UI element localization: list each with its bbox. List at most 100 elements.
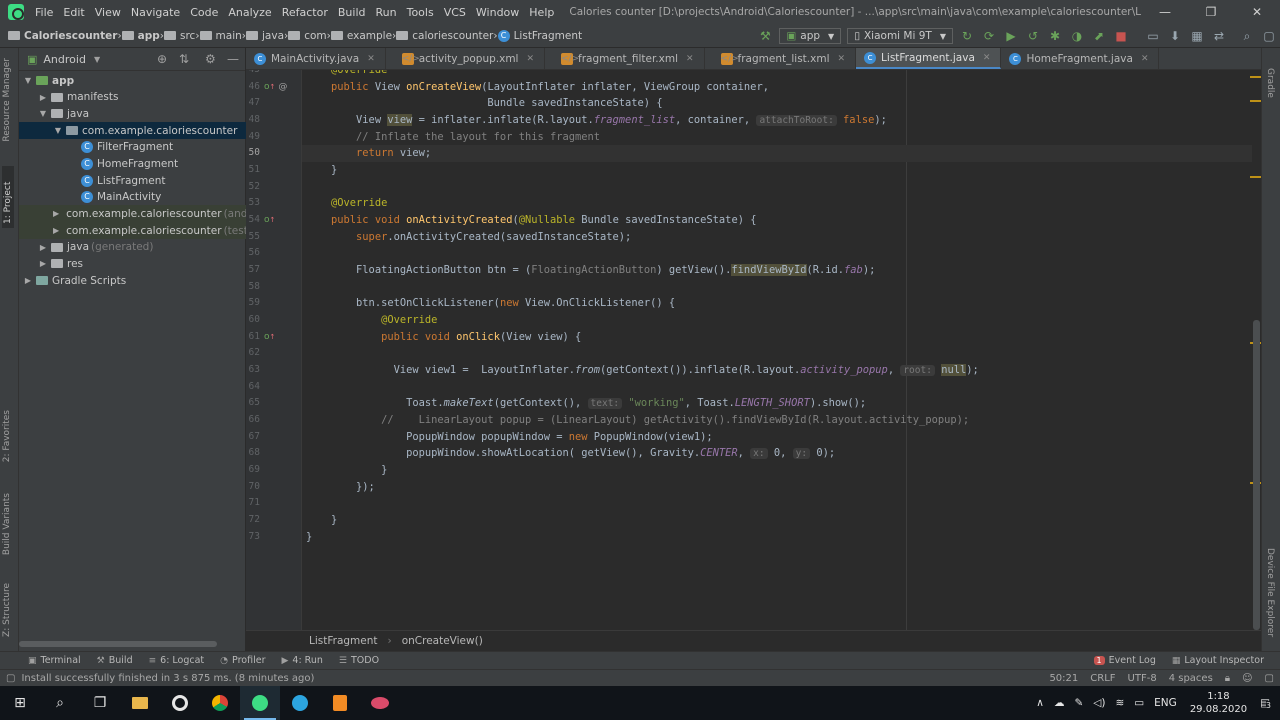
tab-favorites[interactable]: 2: Favorites <box>2 410 12 462</box>
tool-logcat-button[interactable]: ≡ 6: Logcat <box>149 655 205 666</box>
tree-item[interactable]: C ListFragment <box>19 172 246 189</box>
path-crumb[interactable]: caloriescounter <box>396 30 493 42</box>
menu-edit[interactable]: Edit <box>58 6 89 19</box>
close-tab-icon[interactable]: ✕ <box>526 54 534 64</box>
editor-tab[interactable]: </> fragment_list.xml ✕ <box>705 48 857 69</box>
task-view-icon[interactable]: ❐ <box>80 686 120 720</box>
expand-right-icon[interactable]: ▶ <box>38 93 48 102</box>
chrome-icon[interactable] <box>200 686 240 720</box>
expand-right-icon[interactable]: ▶ <box>53 226 59 235</box>
windows-start-icon[interactable]: ⊞ <box>0 686 40 720</box>
file-encoding[interactable]: UTF-8 <box>1128 673 1157 684</box>
apply-changes-icon[interactable]: ↻ <box>956 29 978 43</box>
expand-right-icon[interactable]: ▶ <box>38 243 48 252</box>
menu-analyze[interactable]: Analyze <box>223 6 276 19</box>
tool-todo-button[interactable]: ☰ TODO <box>339 655 379 666</box>
gear-icon[interactable]: ⚙ <box>205 52 216 66</box>
maximize-icon[interactable]: ❐ <box>1188 5 1234 19</box>
override-marker-icon[interactable]: o↑ <box>264 329 275 346</box>
editor-tab[interactable]: C MainActivity.java ✕ <box>246 48 386 69</box>
hammer-icon[interactable]: ⚒ <box>754 29 776 43</box>
expand-down-icon[interactable]: ▼ <box>53 126 63 135</box>
status-message[interactable]: Install successfully finished in 3 s 875… <box>21 673 314 684</box>
vertical-scrollbar[interactable] <box>1253 320 1260 630</box>
menu-navigate[interactable]: Navigate <box>126 6 185 19</box>
tool-profiler-button[interactable]: ◔ Profiler <box>220 655 265 666</box>
tree-item[interactable]: ▶ Gradle Scripts <box>19 272 246 289</box>
cloud-icon[interactable]: ☁ <box>1054 697 1065 709</box>
close-tab-icon[interactable]: ✕ <box>983 53 991 63</box>
horizontal-scrollbar[interactable] <box>19 641 217 647</box>
menu-view[interactable]: View <box>90 6 126 19</box>
override-marker-icon[interactable]: o↑ <box>264 212 275 229</box>
menu-help[interactable]: Help <box>524 6 559 19</box>
tree-item[interactable]: C FilterFragment <box>19 139 246 156</box>
apply-code-changes-icon[interactable]: ⟳ <box>978 29 1000 43</box>
volume-icon[interactable]: ◁) <box>1093 697 1105 709</box>
menu-build[interactable]: Build <box>333 6 371 19</box>
close-tab-icon[interactable]: ✕ <box>838 54 846 64</box>
expand-right-icon[interactable]: ▶ <box>23 276 33 285</box>
stop-icon[interactable]: ■ <box>1110 29 1132 43</box>
android-studio-taskbar-icon[interactable] <box>240 686 280 720</box>
expand-down-icon[interactable]: ▼ <box>38 109 48 118</box>
tree-item[interactable]: ▼ java <box>19 105 246 122</box>
language-indicator[interactable]: ENG <box>1154 697 1177 709</box>
debug-icon[interactable]: ✱ <box>1044 29 1066 43</box>
editor-tab[interactable]: </> activity_popup.xml ✕ <box>386 48 546 69</box>
tree-item[interactable]: C MainActivity <box>19 189 246 206</box>
tree-item[interactable]: ▶ com.example.caloriescounter (test) <box>19 222 252 240</box>
menu-code[interactable]: Code <box>185 6 223 19</box>
caret-position[interactable]: 50:21 <box>1049 673 1078 684</box>
menu-vcs[interactable]: VCS <box>439 6 471 19</box>
pen-icon[interactable]: ✎ <box>1074 697 1083 709</box>
expand-right-icon[interactable]: ▶ <box>38 259 48 268</box>
menu-refactor[interactable]: Refactor <box>277 6 333 19</box>
path-crumb[interactable]: src <box>164 30 195 42</box>
lock-icon[interactable]: 🔒︎ <box>1225 673 1230 684</box>
hide-panel-icon[interactable]: — <box>227 52 239 66</box>
run-icon[interactable]: ▶ <box>1000 29 1022 43</box>
close-tab-icon[interactable]: ✕ <box>1141 54 1149 64</box>
layout-icon[interactable]: ▦ <box>1186 29 1208 43</box>
menu-file[interactable]: File <box>30 6 58 19</box>
sdk-manager-icon[interactable]: ⬇ <box>1164 29 1186 43</box>
chevron-down-icon[interactable]: ▼ <box>94 55 100 64</box>
close-tab-icon[interactable]: ✕ <box>686 54 694 64</box>
path-crumb[interactable]: com <box>288 30 327 42</box>
tree-item[interactable]: ▶ res <box>19 255 246 272</box>
app-icon[interactable] <box>360 686 400 720</box>
collapse-all-icon[interactable]: ⇅ <box>179 52 189 66</box>
tree-item[interactable]: C HomeFragment <box>19 155 246 172</box>
wifi-icon[interactable]: ≋ <box>1115 697 1124 709</box>
tool-terminal-button[interactable]: ▣ Terminal <box>28 655 81 666</box>
tree-item[interactable]: ▶ manifests <box>19 89 246 106</box>
warning-marker[interactable] <box>1250 100 1261 102</box>
layout-inspector-button[interactable]: ▦ Layout Inspector <box>1172 655 1264 666</box>
locate-icon[interactable]: ⊕ <box>157 52 167 66</box>
avd-manager-icon[interactable]: ▭ <box>1142 29 1164 43</box>
tool-run-button[interactable]: ▶ 4: Run <box>281 655 322 666</box>
menu-tools[interactable]: Tools <box>402 6 439 19</box>
code-area[interactable]: @Override public View onCreateView(Layou… <box>302 70 1261 630</box>
network-icon[interactable]: ▭ <box>1134 697 1144 709</box>
tab-build-variants[interactable]: Build Variants <box>2 493 12 555</box>
notifications-icon[interactable]: ▢ <box>1265 673 1274 684</box>
search-icon[interactable]: ⌕ <box>40 686 80 720</box>
tree-item[interactable]: ▼ app <box>19 72 246 89</box>
tab-project[interactable]: 1: Project <box>2 166 14 228</box>
device-select[interactable]: ▯ Xiaomi Mi 9T ▼ <box>847 28 953 44</box>
sublime-text-icon[interactable] <box>320 686 360 720</box>
path-crumb[interactable]: Caloriescounter <box>8 30 117 42</box>
event-log-button[interactable]: 1 Event Log <box>1093 655 1156 666</box>
attach-debugger-icon[interactable]: ⬈ <box>1088 29 1110 43</box>
editor-tab[interactable]: </> fragment_filter.xml ✕ <box>545 48 705 69</box>
tree-item[interactable]: ▶ java (generated) <box>19 239 246 256</box>
tool-build-button[interactable]: ⚒ Build <box>97 655 133 666</box>
tab-structure[interactable]: Z: Structure <box>2 583 12 637</box>
run-config-select[interactable]: ▣ app ▼ <box>779 28 842 44</box>
breadcrumb-method[interactable]: onCreateView() <box>402 635 483 647</box>
sync-gradle-icon[interactable]: ⇄ <box>1208 29 1230 43</box>
path-crumb[interactable]: C ListFragment <box>497 29 582 42</box>
profile-icon[interactable]: ◑ <box>1066 29 1088 43</box>
